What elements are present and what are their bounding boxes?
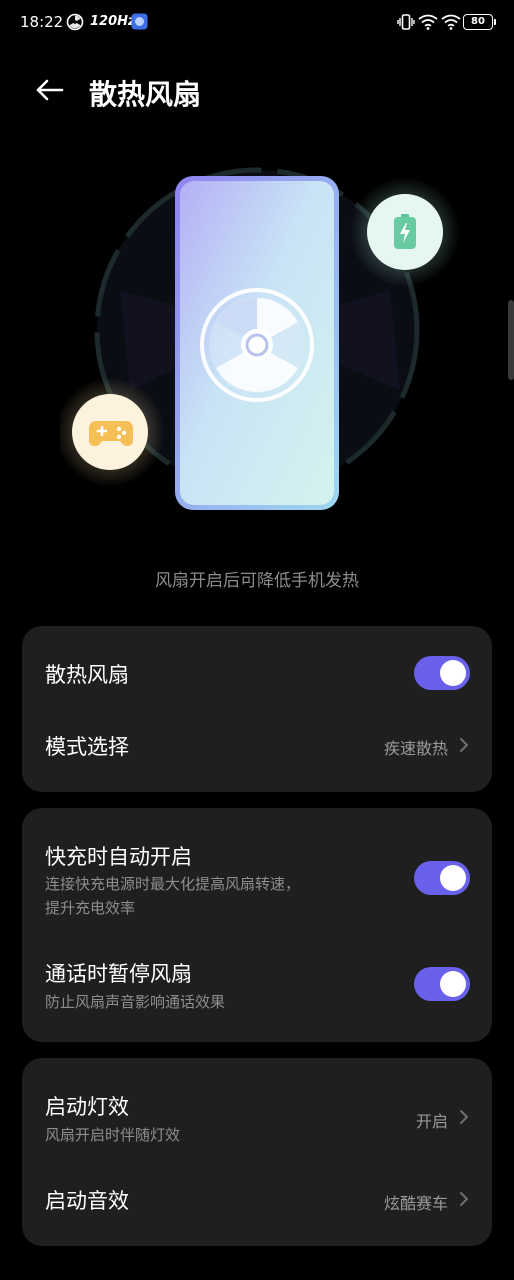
sound-effect-row[interactable]: 启动音效 炫酷赛车 [22, 1160, 492, 1246]
chevron-right-icon [460, 1192, 468, 1206]
mode-select-value: 疾速散热 [383, 739, 448, 758]
call-pause-label: 通话时暂停风扇 [45, 962, 192, 986]
mode-select-label: 模式选择 [45, 735, 129, 759]
light-effect-desc: 风扇开启时伴随灯效 [45, 1126, 181, 1144]
fast-charge-desc-line2: 提升充电效率 [45, 899, 136, 917]
call-pause-desc: 防止风扇声音影响通话效果 [45, 993, 226, 1011]
gamepad-icon [89, 421, 133, 446]
status-time: 18:22 [20, 13, 64, 31]
header: 散热风扇 [0, 60, 514, 120]
toggle-knob [440, 660, 466, 686]
light-effect-label: 启动灯效 [45, 1095, 129, 1119]
app-notification-icon [131, 13, 148, 30]
fan-settings-card: 散热风扇 模式选择 疾速散热 [22, 626, 492, 792]
fan-toggle-label: 散热风扇 [45, 663, 129, 687]
battery-indicator: 80 [463, 14, 496, 30]
effects-card: 启动灯效 风扇开启时伴随灯效 开启 启动音效 炫酷赛车 [22, 1058, 492, 1246]
chevron-right-icon [460, 1110, 468, 1124]
fan-toggle-row[interactable]: 散热风扇 [22, 626, 492, 720]
toggle-knob [440, 865, 466, 891]
toggle-knob [440, 971, 466, 997]
wifi-icon [418, 14, 438, 30]
back-arrow-icon[interactable] [30, 72, 70, 108]
fan-toggle-switch[interactable] [414, 656, 470, 690]
light-effect-row[interactable]: 启动灯效 风扇开启时伴随灯效 开启 [22, 1058, 492, 1160]
call-pause-row[interactable]: 通话时暂停风扇 防止风扇声音影响通话效果 [22, 924, 492, 1042]
fast-charge-row[interactable]: 快充时自动开启 连接快充电源时最大化提高风扇转速， 提升充电效率 [22, 808, 492, 924]
vibrate-icon [397, 14, 415, 30]
wifi-secondary-icon [441, 14, 461, 30]
page-title: 散热风扇 [89, 78, 202, 111]
fast-charge-label: 快充时自动开启 [45, 845, 192, 869]
hero-illustration [60, 160, 460, 540]
sound-effect-label: 启动音效 [45, 1189, 129, 1213]
auto-behavior-card: 快充时自动开启 连接快充电源时最大化提高风扇转速， 提升充电效率 通话时暂停风扇… [22, 808, 492, 1042]
fast-charge-desc-line1: 连接快充电源时最大化提高风扇转速， [45, 875, 301, 893]
mode-select-row[interactable]: 模式选择 疾速散热 [22, 720, 492, 792]
sound-effect-value: 炫酷赛车 [383, 1194, 448, 1213]
battery-charging-icon [394, 214, 416, 249]
scrollbar[interactable] [508, 300, 514, 380]
light-effect-value: 开启 [415, 1112, 448, 1131]
fast-charge-toggle[interactable] [414, 861, 470, 895]
status-bar: 18:22 120Hz 80 [0, 0, 514, 44]
refresh-rate-label: 120Hz [90, 14, 136, 29]
hero-caption: 风扇开启后可降低手机发热 [155, 571, 359, 591]
fan-status-icon [66, 13, 84, 31]
call-pause-toggle[interactable] [414, 967, 470, 1001]
chevron-right-icon [460, 738, 468, 752]
